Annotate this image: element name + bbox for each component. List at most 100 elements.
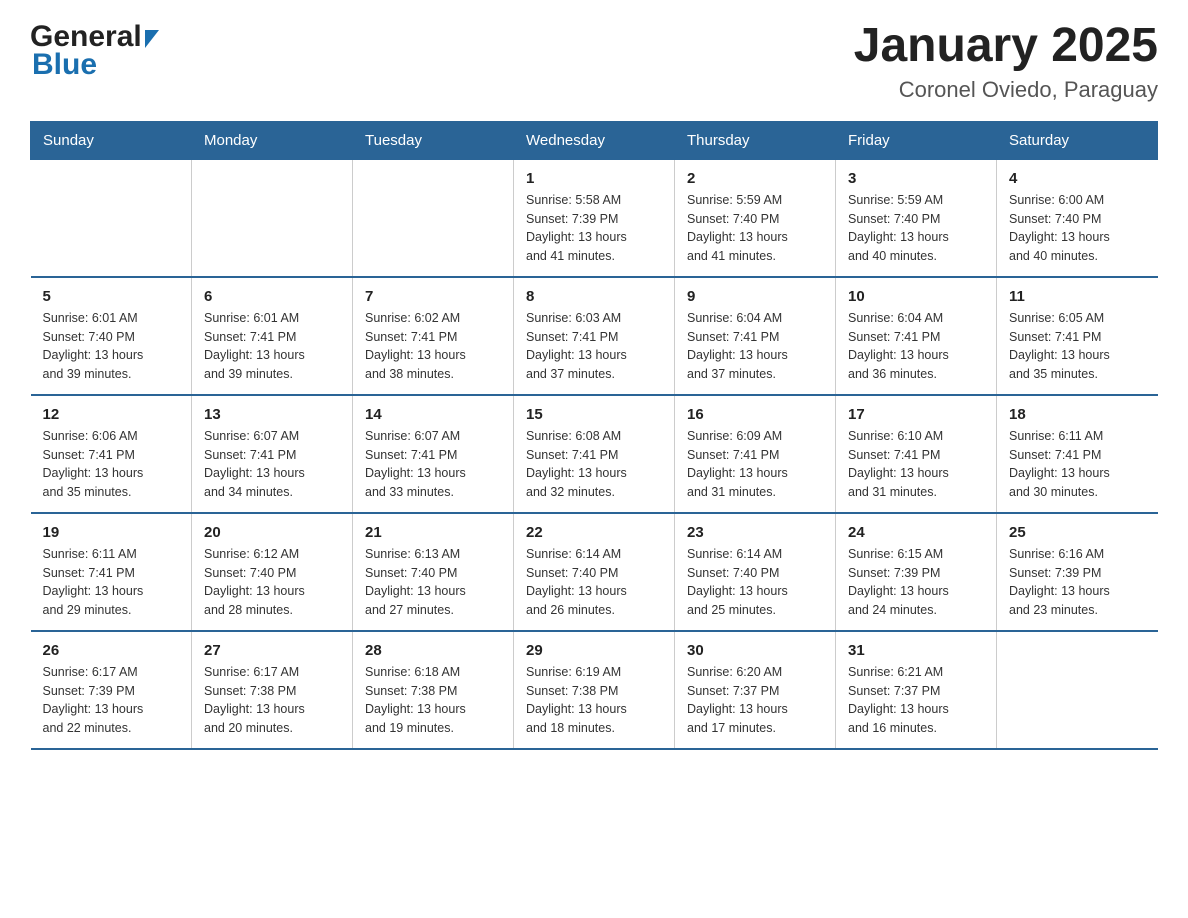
day-info: Sunrise: 5:58 AMSunset: 7:39 PMDaylight:… — [526, 191, 662, 266]
page-title: January 2025 — [854, 20, 1158, 73]
day-info: Sunrise: 6:00 AMSunset: 7:40 PMDaylight:… — [1009, 191, 1146, 266]
logo-arrow-icon — [145, 30, 159, 48]
day-info: Sunrise: 6:18 AMSunset: 7:38 PMDaylight:… — [365, 663, 501, 738]
day-info: Sunrise: 6:01 AMSunset: 7:40 PMDaylight:… — [43, 309, 180, 384]
day-info: Sunrise: 6:17 AMSunset: 7:38 PMDaylight:… — [204, 663, 340, 738]
day-info: Sunrise: 6:03 AMSunset: 7:41 PMDaylight:… — [526, 309, 662, 384]
calendar-cell: 17Sunrise: 6:10 AMSunset: 7:41 PMDayligh… — [836, 395, 997, 513]
logo: General Blue — [30, 20, 159, 82]
day-info: Sunrise: 6:21 AMSunset: 7:37 PMDaylight:… — [848, 663, 984, 738]
calendar-body: 1 Sunrise: 5:58 AMSunset: 7:39 PMDaylight… — [31, 159, 1158, 749]
calendar-cell: 6 Sunrise: 6:01 AMSunset: 7:41 PMDaylight… — [192, 277, 353, 395]
day-info: Sunrise: 6:11 AMSunset: 7:41 PMDaylight:… — [43, 545, 180, 620]
day-number: 10 — [848, 288, 984, 305]
day-info: Sunrise: 6:07 AMSunset: 7:41 PMDaylight:… — [365, 427, 501, 502]
calendar-cell: 20 Sunrise: 6:12 AMSunset: 7:40 PMDayligh… — [192, 513, 353, 631]
day-info: Sunrise: 6:07 AMSunset: 7:41 PMDaylight:… — [204, 427, 340, 502]
day-info: Sunrise: 6:01 AMSunset: 7:41 PMDaylight:… — [204, 309, 340, 384]
day-number: 7 — [365, 288, 501, 305]
calendar-cell: 30Sunrise: 6:20 AMSunset: 7:37 PMDayligh… — [675, 631, 836, 749]
day-number: 23 — [687, 524, 823, 541]
calendar-cell: 25Sunrise: 6:16 AMSunset: 7:39 PMDayligh… — [997, 513, 1158, 631]
calendar-cell: 4 Sunrise: 6:00 AMSunset: 7:40 PMDaylight… — [997, 159, 1158, 277]
calendar-cell — [192, 159, 353, 277]
day-number: 29 — [526, 642, 662, 659]
calendar-cell: 14Sunrise: 6:07 AMSunset: 7:41 PMDayligh… — [353, 395, 514, 513]
calendar-cell: 9Sunrise: 6:04 AMSunset: 7:41 PMDaylight… — [675, 277, 836, 395]
day-number: 27 — [204, 642, 340, 659]
day-info: Sunrise: 5:59 AMSunset: 7:40 PMDaylight:… — [848, 191, 984, 266]
logo-blue-label: Blue — [32, 48, 97, 82]
day-info: Sunrise: 6:05 AMSunset: 7:41 PMDaylight:… — [1009, 309, 1146, 384]
calendar-cell: 27 Sunrise: 6:17 AMSunset: 7:38 PMDayligh… — [192, 631, 353, 749]
calendar-cell: 5 Sunrise: 6:01 AMSunset: 7:40 PMDaylight… — [31, 277, 192, 395]
calendar-cell: 18Sunrise: 6:11 AMSunset: 7:41 PMDayligh… — [997, 395, 1158, 513]
week-row-4: 19 Sunrise: 6:11 AMSunset: 7:41 PMDayligh… — [31, 513, 1158, 631]
day-info: Sunrise: 6:14 AMSunset: 7:40 PMDaylight:… — [687, 545, 823, 620]
calendar-header: Sunday Monday Tuesday Wednesday Thursday… — [31, 121, 1158, 159]
day-info: Sunrise: 6:09 AMSunset: 7:41 PMDaylight:… — [687, 427, 823, 502]
day-info: Sunrise: 6:13 AMSunset: 7:40 PMDaylight:… — [365, 545, 501, 620]
day-number: 21 — [365, 524, 501, 541]
col-sunday: Sunday — [31, 121, 192, 159]
day-number: 5 — [43, 288, 180, 305]
day-number: 22 — [526, 524, 662, 541]
calendar-cell: 8Sunrise: 6:03 AMSunset: 7:41 PMDaylight… — [514, 277, 675, 395]
day-number: 16 — [687, 406, 823, 423]
calendar-cell: 31 Sunrise: 6:21 AMSunset: 7:37 PMDayligh… — [836, 631, 997, 749]
calendar-cell: 11Sunrise: 6:05 AMSunset: 7:41 PMDayligh… — [997, 277, 1158, 395]
col-friday: Friday — [836, 121, 997, 159]
day-number: 1 — [526, 170, 662, 187]
calendar-cell: 22Sunrise: 6:14 AMSunset: 7:40 PMDayligh… — [514, 513, 675, 631]
day-info: Sunrise: 6:04 AMSunset: 7:41 PMDaylight:… — [687, 309, 823, 384]
day-info: Sunrise: 6:11 AMSunset: 7:41 PMDaylight:… — [1009, 427, 1146, 502]
day-number: 6 — [204, 288, 340, 305]
calendar-cell: 16 Sunrise: 6:09 AMSunset: 7:41 PMDayligh… — [675, 395, 836, 513]
day-info: Sunrise: 6:10 AMSunset: 7:41 PMDaylight:… — [848, 427, 984, 502]
calendar-cell: 3 Sunrise: 5:59 AMSunset: 7:40 PMDaylight… — [836, 159, 997, 277]
page-subtitle: Coronel Oviedo, Paraguay — [854, 77, 1158, 103]
page-header: General Blue January 2025 Coronel Oviedo… — [30, 20, 1158, 103]
day-info: Sunrise: 6:06 AMSunset: 7:41 PMDaylight:… — [43, 427, 180, 502]
calendar-cell: 2Sunrise: 5:59 AMSunset: 7:40 PMDaylight… — [675, 159, 836, 277]
calendar-cell: 10Sunrise: 6:04 AMSunset: 7:41 PMDayligh… — [836, 277, 997, 395]
calendar-cell: 26 Sunrise: 6:17 AMSunset: 7:39 PMDayligh… — [31, 631, 192, 749]
calendar-cell — [997, 631, 1158, 749]
calendar-table: Sunday Monday Tuesday Wednesday Thursday… — [30, 121, 1158, 750]
col-monday: Monday — [192, 121, 353, 159]
day-number: 31 — [848, 642, 984, 659]
day-info: Sunrise: 6:17 AMSunset: 7:39 PMDaylight:… — [43, 663, 180, 738]
day-number: 15 — [526, 406, 662, 423]
day-info: Sunrise: 5:59 AMSunset: 7:40 PMDaylight:… — [687, 191, 823, 266]
day-info: Sunrise: 6:02 AMSunset: 7:41 PMDaylight:… — [365, 309, 501, 384]
day-number: 24 — [848, 524, 984, 541]
calendar-cell — [31, 159, 192, 277]
col-saturday: Saturday — [997, 121, 1158, 159]
day-number: 13 — [204, 406, 340, 423]
title-block: January 2025 Coronel Oviedo, Paraguay — [854, 20, 1158, 103]
calendar-cell: 19 Sunrise: 6:11 AMSunset: 7:41 PMDayligh… — [31, 513, 192, 631]
calendar-cell: 7 Sunrise: 6:02 AMSunset: 7:41 PMDaylight… — [353, 277, 514, 395]
calendar-cell: 21 Sunrise: 6:13 AMSunset: 7:40 PMDayligh… — [353, 513, 514, 631]
day-number: 3 — [848, 170, 984, 187]
day-number: 12 — [43, 406, 180, 423]
week-row-3: 12 Sunrise: 6:06 AMSunset: 7:41 PMDayligh… — [31, 395, 1158, 513]
day-number: 30 — [687, 642, 823, 659]
day-info: Sunrise: 6:12 AMSunset: 7:40 PMDaylight:… — [204, 545, 340, 620]
day-info: Sunrise: 6:15 AMSunset: 7:39 PMDaylight:… — [848, 545, 984, 620]
day-number: 4 — [1009, 170, 1146, 187]
days-of-week-row: Sunday Monday Tuesday Wednesday Thursday… — [31, 121, 1158, 159]
calendar-cell — [353, 159, 514, 277]
day-number: 26 — [43, 642, 180, 659]
day-number: 28 — [365, 642, 501, 659]
col-wednesday: Wednesday — [514, 121, 675, 159]
calendar-cell: 13 Sunrise: 6:07 AMSunset: 7:41 PMDayligh… — [192, 395, 353, 513]
calendar-cell: 24 Sunrise: 6:15 AMSunset: 7:39 PMDayligh… — [836, 513, 997, 631]
week-row-2: 5 Sunrise: 6:01 AMSunset: 7:40 PMDaylight… — [31, 277, 1158, 395]
week-row-1: 1 Sunrise: 5:58 AMSunset: 7:39 PMDaylight… — [31, 159, 1158, 277]
week-row-5: 26 Sunrise: 6:17 AMSunset: 7:39 PMDayligh… — [31, 631, 1158, 749]
day-number: 20 — [204, 524, 340, 541]
col-thursday: Thursday — [675, 121, 836, 159]
day-number: 19 — [43, 524, 180, 541]
calendar-cell: 28 Sunrise: 6:18 AMSunset: 7:38 PMDayligh… — [353, 631, 514, 749]
